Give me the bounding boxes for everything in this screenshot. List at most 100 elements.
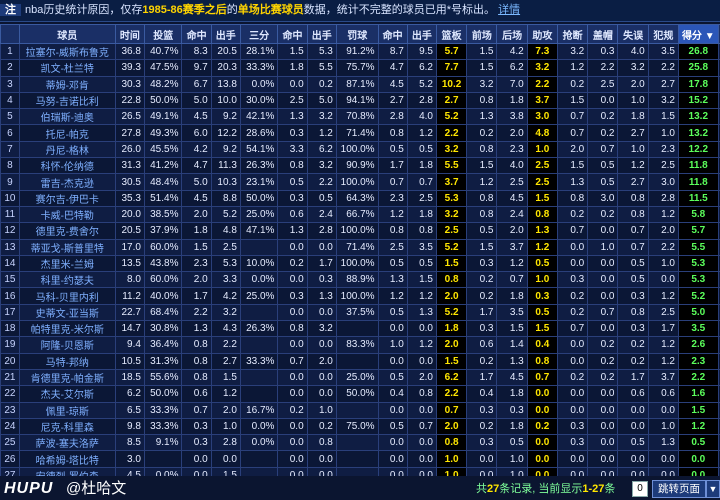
table-cell [239,303,279,322]
table-cell: 10.3 [210,173,241,191]
row-index: 19 [0,336,20,354]
player-name-link[interactable]: 蒂亚戈-斯普里特 [18,238,116,256]
rebounds-cell: 2.0 [435,417,468,436]
player-name-link[interactable]: 丹尼-格林 [18,140,116,159]
points-cell: 13.2 [677,124,719,142]
table-row: 1 拉塞尔-威斯布鲁克 36.8 40.7% 8.3 20.5 28.1% 1.5 5.3 91.… [0,42,720,61]
chevron-down-icon[interactable]: ▼ [706,480,720,498]
table-cell: 2.2 [306,173,337,191]
row-index: 17 [0,303,20,322]
player-name-link[interactable]: 马努-吉诺比利 [18,91,116,110]
column-header-9[interactable]: 罚球 [335,24,379,44]
column-header-1[interactable]: 球员 [18,24,116,44]
table-cell: 1.0 [210,417,241,436]
table-cell: 38.5% [143,205,183,224]
column-header-19[interactable]: 犯规 [647,24,679,44]
player-name-link[interactable]: 帕特里克-米尔斯 [18,320,116,338]
player-name-link[interactable]: 尼克-科里森 [18,417,116,436]
player-name-link[interactable]: 萨波-塞夫洛萨 [18,434,116,452]
column-header-5[interactable]: 出手 [210,24,241,44]
player-name-link[interactable]: 马科-贝里内利 [18,287,116,305]
assists-cell: 0.3 [526,287,558,305]
column-header-11[interactable]: 出手 [406,24,437,44]
column-header-17[interactable]: 盖帽 [587,24,619,44]
column-header-3[interactable]: 投篮 [143,24,183,44]
player-name-link[interactable]: 史蒂文-亚当斯 [18,303,116,322]
player-name-link[interactable]: 凯文-杜兰特 [18,59,116,77]
table-cell: 0.2 [617,352,649,370]
column-header-4[interactable]: 命中 [181,24,212,44]
column-header-10[interactable]: 命中 [377,24,408,44]
player-name-link[interactable]: 安德烈-罗伯森 [18,466,116,476]
player-name-link[interactable]: 赛尔吉-伊巴卡 [18,189,116,207]
player-name-link[interactable]: 杰里米-兰姆 [18,254,116,273]
details-link[interactable]: 详情 [498,4,520,16]
table-cell: 1.5 [277,42,308,61]
player-name-link[interactable]: 伯瑞斯-迪奥 [18,108,116,126]
player-name-link[interactable]: 佩里-琼斯 [18,401,116,419]
table-cell: 0.5 [377,254,408,273]
table-cell: 0.0 [556,466,589,476]
player-name-link[interactable]: 德里克-费舍尔 [18,222,116,240]
column-header-18[interactable]: 失误 [617,24,649,44]
column-header-16[interactable]: 抢断 [556,24,589,44]
table-cell: 100.0% [335,173,379,191]
table-cell: 75.0% [335,417,379,436]
column-header-12[interactable]: 篮板 [435,24,468,44]
column-header-7[interactable]: 命中 [277,24,308,44]
table-cell: 0.0 [181,450,212,468]
column-header-2[interactable]: 时间 [114,24,145,44]
rebounds-cell: 0.7 [435,401,468,419]
table-cell: 0.0 [617,450,649,468]
table-cell: 6.2 [406,59,437,77]
page-number-input[interactable]: 0 [632,481,648,497]
table-cell: 0.0 [277,434,308,452]
record-summary: 共27条记录, 当前显示1-27条 [476,481,615,497]
player-name-link[interactable]: 马特-邦纳 [18,352,116,370]
table-cell: 0.0 [587,417,619,436]
table-cell: 1.5 [210,368,241,387]
player-name-link[interactable]: 卡威-巴特勒 [18,205,116,224]
table-cell: 4.5 [181,108,212,126]
table-cell: 0.7 [556,108,589,126]
player-name-link[interactable]: 雷吉-杰克逊 [18,173,116,191]
table-cell: 1.2 [466,173,498,191]
table-cell: 2.0 [617,75,649,93]
jump-page-button[interactable]: 跳转页面 [652,480,706,498]
table-cell: 0.2 [617,336,649,354]
column-header-20[interactable]: 得分 ▼ [677,24,719,44]
player-name-link[interactable]: 哈希姆-塔比特 [18,450,116,468]
player-name-link[interactable]: 科里-约瑟夫 [18,271,116,289]
table-cell: 0.6 [617,385,649,403]
table-row: 27安德烈-罗伯森4.50.0%0.01.50.00.00.00.01.00.0… [0,466,720,476]
table-cell: 0.0 [617,417,649,436]
player-name-link[interactable]: 科怀-伦纳德 [18,157,116,175]
table-cell [335,320,379,338]
table-cell: 2.8 [647,189,679,207]
player-name-link[interactable]: 托尼-帕克 [18,124,116,142]
player-name-link[interactable]: 拉塞尔-威斯布鲁克 [18,42,116,61]
player-name-link[interactable]: 阿隆-贝恩斯 [18,336,116,354]
column-header-0[interactable] [0,24,20,44]
table-cell: 1.5 [466,157,498,175]
table-cell: 0.2 [466,352,498,370]
table-cell: 0.0 [306,238,337,256]
column-header-6[interactable]: 三分 [239,24,279,44]
table-cell: 0.0 [181,466,212,476]
column-header-14[interactable]: 后场 [496,24,528,44]
table-cell: 23.1% [239,173,279,191]
table-cell: 0.0 [587,466,619,476]
table-cell: 31.3% [143,352,183,370]
player-name-link[interactable]: 肯德里克-帕金斯 [18,368,116,387]
column-header-15[interactable]: 助攻 [526,24,558,44]
table-cell: 6.2 [114,385,145,403]
player-name-link[interactable]: 杰夫-艾尔斯 [18,385,116,403]
table-cell: 1.2 [496,254,528,273]
table-cell: 0.0 [406,450,437,468]
points-cell: 1.6 [677,385,719,403]
player-name-link[interactable]: 蒂姆-邓肯 [18,75,116,93]
table-cell: 2.2 [587,59,619,77]
points-cell: 2.3 [677,352,719,370]
column-header-8[interactable]: 出手 [306,24,337,44]
column-header-13[interactable]: 前场 [466,24,498,44]
